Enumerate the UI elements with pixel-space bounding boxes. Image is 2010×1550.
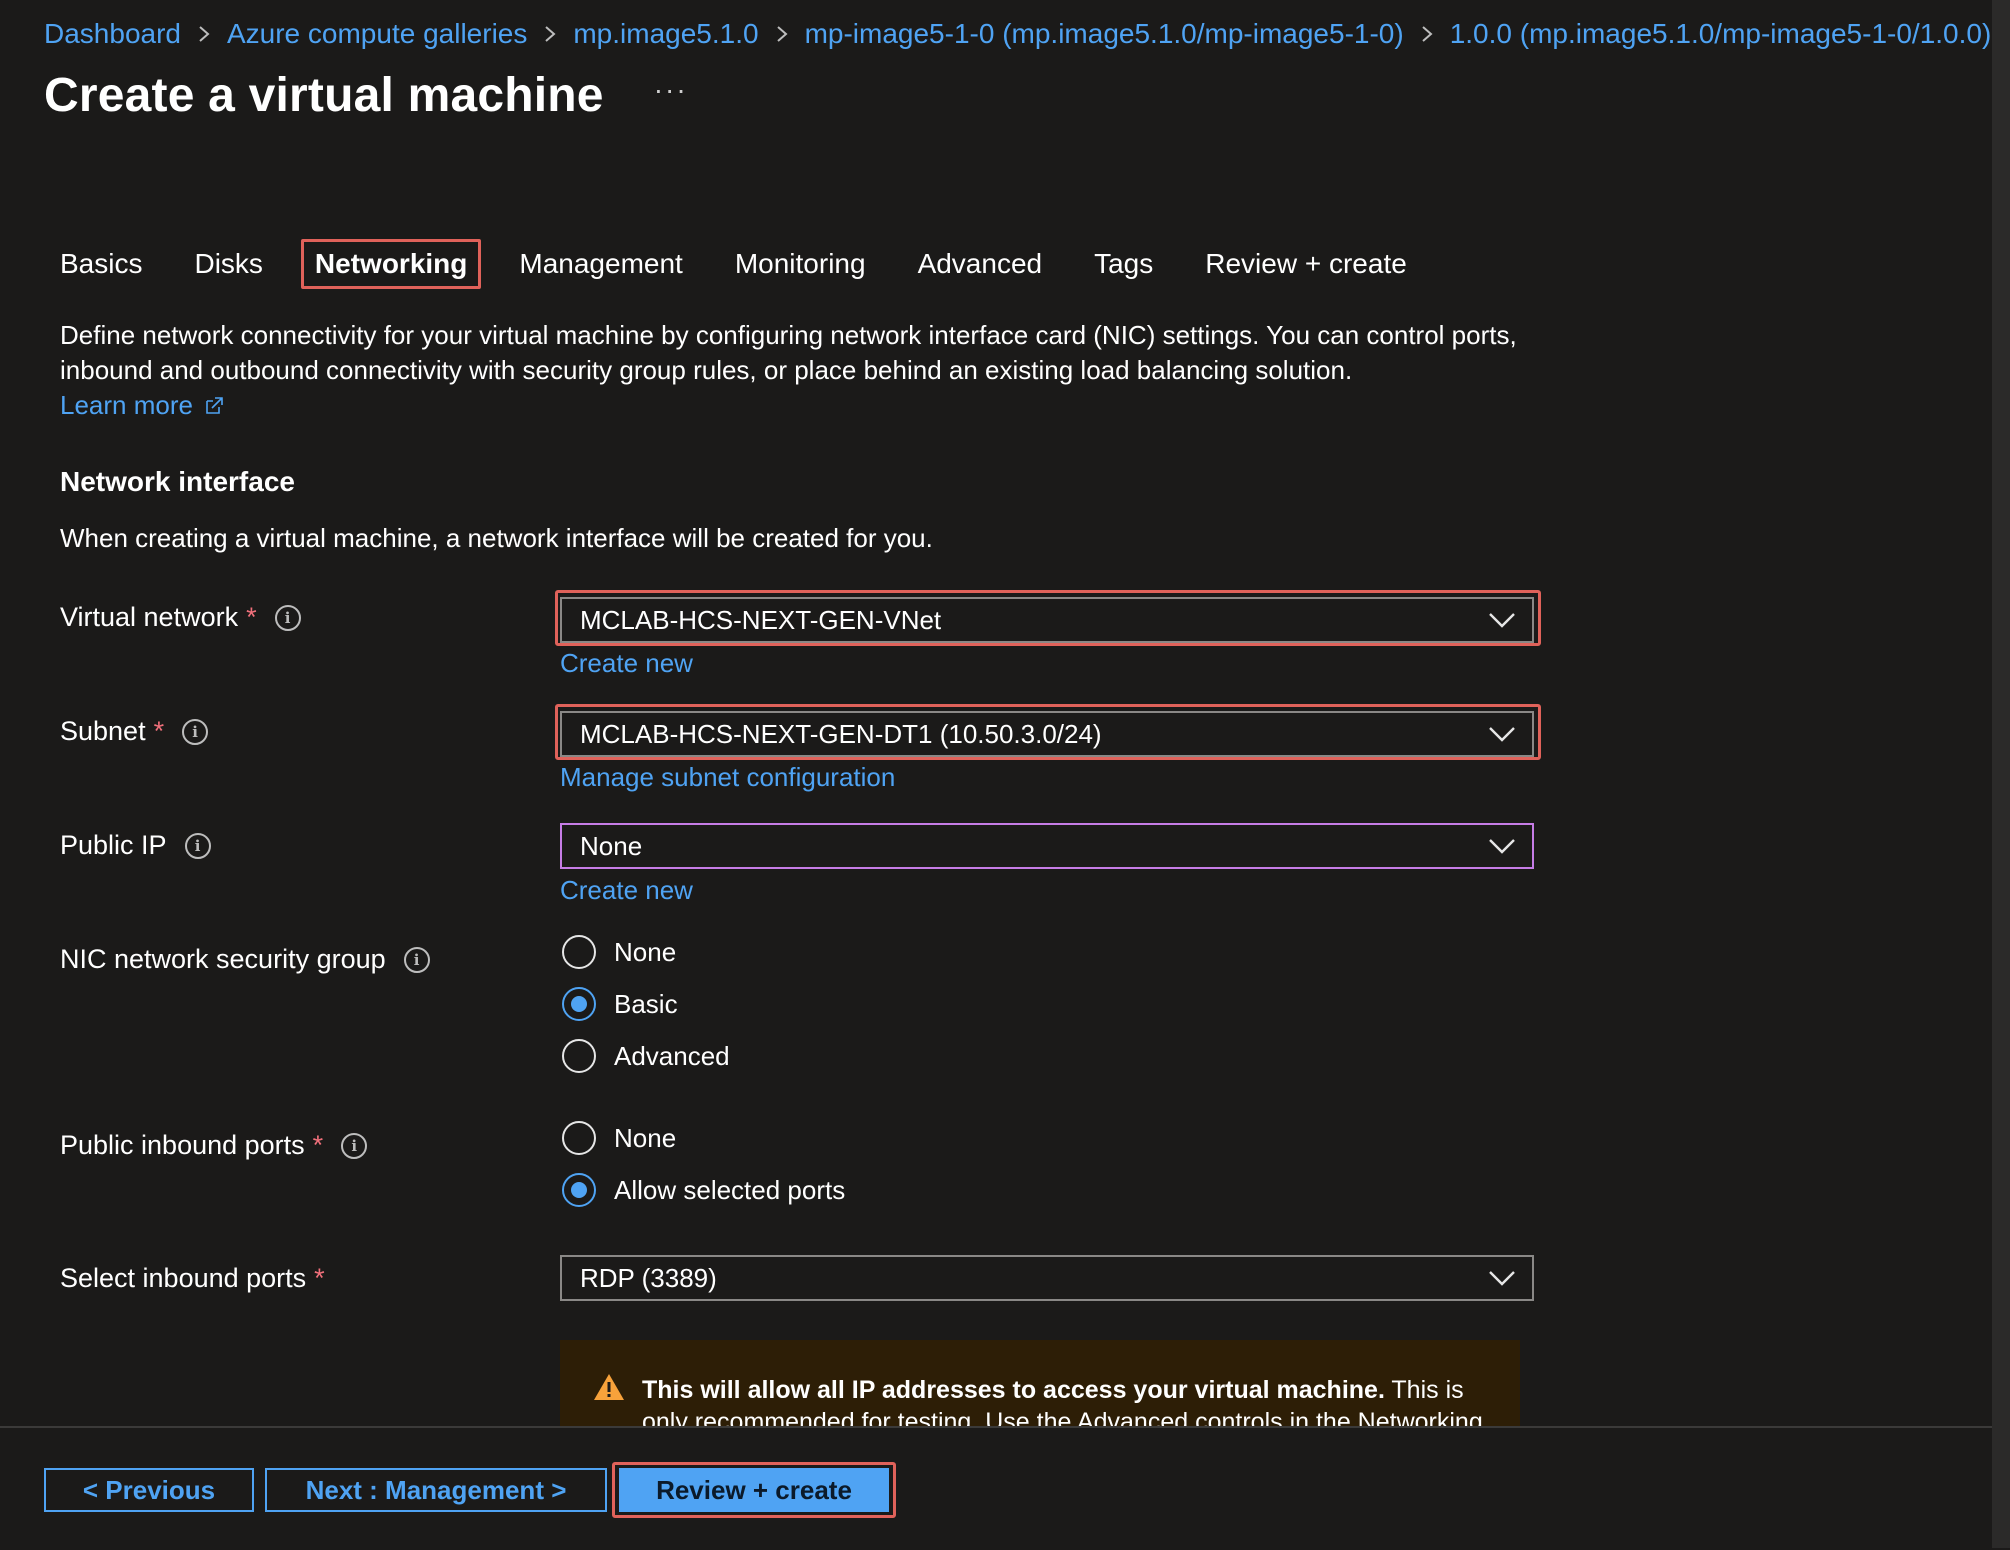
warning-bold-text: This will allow all IP addresses to acce… xyxy=(642,1376,1385,1404)
virtual-network-dropdown[interactable]: MCLAB-HCS-NEXT-GEN-VNet xyxy=(560,597,1534,643)
nic-nsg-label: NIC network security group i xyxy=(60,944,430,975)
radio-label: Basic xyxy=(614,988,678,1019)
info-icon[interactable]: i xyxy=(182,718,209,745)
breadcrumb-gallery[interactable]: mp.image5.1.0 xyxy=(573,18,758,50)
tab-review-create[interactable]: Review + create xyxy=(1191,240,1421,288)
radio-button[interactable] xyxy=(562,1039,596,1073)
create-new-public-ip-link[interactable]: Create new xyxy=(560,875,693,906)
create-new-vnet-link[interactable]: Create new xyxy=(560,648,693,679)
public-ip-dropdown[interactable]: None xyxy=(560,823,1534,869)
tab-basics[interactable]: Basics xyxy=(42,240,156,288)
subnet-dropdown[interactable]: MCLAB-HCS-NEXT-GEN-DT1 (10.50.3.0/24) xyxy=(560,711,1534,757)
learn-more-label: Learn more xyxy=(60,390,193,420)
subnet-value: MCLAB-HCS-NEXT-GEN-DT1 (10.50.3.0/24) xyxy=(580,718,1102,749)
networking-description: Define network connectivity for your vir… xyxy=(60,320,1517,385)
required-marker: * xyxy=(246,602,257,632)
nic-nsg-radio-basic[interactable]: Basic xyxy=(562,987,678,1021)
external-link-icon xyxy=(206,396,223,414)
radio-button[interactable] xyxy=(562,935,596,969)
breadcrumb-compute-galleries[interactable]: Azure compute galleries xyxy=(227,18,527,50)
next-management-button[interactable]: Next : Management > xyxy=(265,1468,607,1512)
create-vm-page: Dashboard Azure compute galleries mp.ima… xyxy=(0,0,2010,1548)
public-ip-value: None xyxy=(580,830,643,861)
tab-management[interactable]: Management xyxy=(505,240,696,288)
wizard-tabs: Basics Disks Networking Management Monit… xyxy=(42,236,1445,292)
tab-advanced[interactable]: Advanced xyxy=(904,240,1057,288)
chevron-right-icon xyxy=(1420,25,1434,43)
select-inbound-ports-label: Select inbound ports * xyxy=(60,1263,325,1294)
nic-nsg-label-text: NIC network security group xyxy=(60,944,386,974)
required-marker: * xyxy=(314,1263,325,1293)
page-title: Create a virtual machine xyxy=(44,69,604,122)
breadcrumb-image-version[interactable]: 1.0.0 (mp.image5.1.0/mp-image5-1-0/1.0.0… xyxy=(1450,18,1992,50)
warning-text: This will allow all IP addresses to acce… xyxy=(642,1374,1502,1426)
public-ip-label: Public IP i xyxy=(60,830,211,861)
info-icon[interactable]: i xyxy=(403,946,430,973)
virtual-network-value: MCLAB-HCS-NEXT-GEN-VNet xyxy=(580,604,942,635)
nic-nsg-radio-advanced[interactable]: Advanced xyxy=(562,1039,730,1073)
tab-tags[interactable]: Tags xyxy=(1080,240,1167,288)
radio-label: Allow selected ports xyxy=(614,1174,846,1205)
radio-button[interactable] xyxy=(562,1121,596,1155)
previous-button[interactable]: < Previous xyxy=(44,1468,254,1512)
select-inbound-ports-value: RDP (3389) xyxy=(580,1262,717,1293)
chevron-right-icon xyxy=(775,25,789,43)
subnet-label: Subnet * i xyxy=(60,716,209,747)
info-icon[interactable]: i xyxy=(341,1132,368,1159)
required-marker: * xyxy=(153,716,165,746)
chevron-down-icon xyxy=(1489,613,1515,628)
title-row: Create a virtual machine ··· xyxy=(44,68,688,123)
radio-button-selected[interactable] xyxy=(562,1173,596,1207)
network-interface-subtitle: When creating a virtual machine, a netwo… xyxy=(60,523,933,553)
tab-monitoring[interactable]: Monitoring xyxy=(721,240,880,288)
radio-label: None xyxy=(614,936,677,967)
nic-nsg-radio-none[interactable]: None xyxy=(562,935,676,969)
chevron-down-icon xyxy=(1489,839,1515,854)
review-create-button[interactable]: Review + create xyxy=(619,1468,889,1512)
public-ip-label-text: Public IP xyxy=(60,830,167,860)
chevron-right-icon xyxy=(197,25,211,43)
more-options-icon[interactable]: ··· xyxy=(654,74,688,106)
subnet-label-text: Subnet xyxy=(60,716,146,746)
chevron-down-icon xyxy=(1489,1271,1515,1286)
learn-more-link[interactable]: Learn more xyxy=(60,390,225,421)
info-icon[interactable]: i xyxy=(274,604,301,631)
warning-icon xyxy=(594,1374,624,1400)
virtual-network-label-text: Virtual network xyxy=(60,602,239,632)
inbound-ports-radio-allow[interactable]: Allow selected ports xyxy=(562,1173,845,1207)
chevron-down-icon xyxy=(1489,727,1515,742)
public-inbound-ports-label-text: Public inbound ports xyxy=(60,1130,305,1160)
manage-subnet-link[interactable]: Manage subnet configuration xyxy=(560,762,895,793)
virtual-network-label: Virtual network * i xyxy=(60,602,301,633)
breadcrumb: Dashboard Azure compute galleries mp.ima… xyxy=(44,14,2010,54)
inbound-ports-radio-none[interactable]: None xyxy=(562,1121,676,1155)
page-edge xyxy=(1992,0,2010,1548)
breadcrumb-dashboard[interactable]: Dashboard xyxy=(44,18,181,50)
info-icon[interactable]: i xyxy=(184,832,211,859)
tab-networking[interactable]: Networking xyxy=(300,239,482,289)
warning-banner: This will allow all IP addresses to acce… xyxy=(560,1340,1520,1426)
chevron-right-icon xyxy=(543,25,557,43)
breadcrumb-image-definition[interactable]: mp-image5-1-0 (mp.image5.1.0/mp-image5-1… xyxy=(805,18,1404,50)
select-inbound-ports-dropdown[interactable]: RDP (3389) xyxy=(560,1255,1534,1301)
radio-label: None xyxy=(614,1122,677,1153)
select-inbound-ports-label-text: Select inbound ports xyxy=(60,1263,307,1293)
public-inbound-ports-label: Public inbound ports * i xyxy=(60,1130,368,1161)
tab-disks[interactable]: Disks xyxy=(180,240,276,288)
network-interface-heading: Network interface xyxy=(60,466,295,497)
radio-button-selected[interactable] xyxy=(562,987,596,1021)
radio-label: Advanced xyxy=(614,1040,730,1071)
required-marker: * xyxy=(312,1130,324,1160)
